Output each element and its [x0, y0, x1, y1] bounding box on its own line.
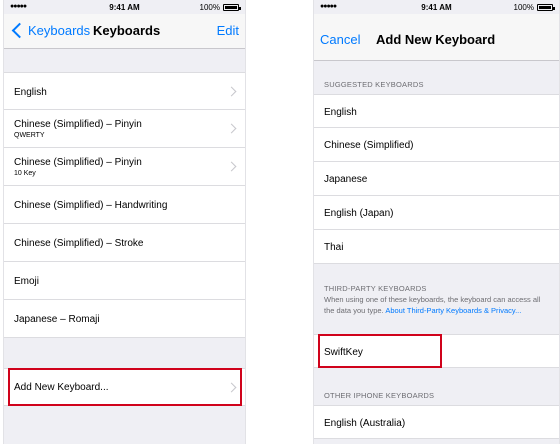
keyboard-sublabel: QWERTY [14, 132, 45, 139]
third-party-note: When using one of these keyboards, the k… [324, 294, 549, 316]
back-button[interactable]: Keyboards [10, 22, 91, 39]
other-keyboard-row[interactable]: English (Australia) [314, 405, 559, 439]
edit-button[interactable]: Edit [217, 23, 239, 38]
chevron-left-icon [11, 22, 28, 39]
keyboard-label: Thai [324, 242, 344, 253]
suggested-keyboard-row[interactable]: English [314, 94, 559, 128]
keyboard-row-pinyin-10key[interactable]: Chinese (Simplified) – Pinyin 10 Key [4, 148, 245, 186]
keyboard-label: Chinese (Simplified) [324, 140, 414, 151]
keyboard-label: Chinese (Simplified) – Stroke [14, 238, 144, 249]
cancel-button[interactable]: Cancel [320, 32, 360, 47]
battery-icon [223, 4, 241, 11]
keyboard-label: English (Australia) [324, 418, 406, 429]
nav-bar: Keyboards Keyboards Edit [4, 14, 245, 49]
keyboard-label: Japanese – Romaji [14, 314, 100, 325]
keyboard-label: Chinese (Simplified) – Pinyin [14, 157, 142, 168]
highlight-box [8, 368, 242, 406]
battery-status: 100% [199, 3, 241, 12]
keyboard-label: English [324, 107, 357, 118]
keyboard-row-romaji[interactable]: Japanese – Romaji [4, 300, 245, 338]
page-title: Keyboards [93, 23, 161, 38]
keyboard-label: Chinese (Simplified) – Handwriting [14, 200, 168, 211]
keyboard-row-emoji[interactable]: Emoji [4, 262, 245, 300]
suggested-keyboard-row[interactable]: English (Japan) [314, 196, 559, 230]
privacy-link[interactable]: About Third-Party Keyboards & Privacy... [385, 306, 521, 315]
keyboard-row-pinyin-qwerty[interactable]: Chinese (Simplified) – Pinyin QWERTY [4, 110, 245, 148]
page-title: Add New Keyboard [376, 32, 496, 47]
section-header-other: OTHER IPHONE KEYBOARDS [324, 391, 435, 400]
keyboard-row-handwriting[interactable]: Chinese (Simplified) – Handwriting [4, 186, 245, 224]
keyboard-label: Japanese [324, 174, 368, 185]
chevron-right-icon [226, 123, 237, 134]
keyboard-label: Chinese (Simplified) – Pinyin [14, 119, 142, 130]
chevron-right-icon [226, 86, 237, 97]
battery-percent: 100% [513, 3, 534, 12]
keyboard-label: Emoji [14, 276, 40, 287]
keyboard-sublabel: 10 Key [14, 170, 36, 177]
status-bar: ●●●●● 9:41 AM 100% [314, 0, 559, 14]
chevron-right-icon [226, 161, 237, 172]
nav-bar: Cancel Add New Keyboard [314, 14, 559, 61]
keyboard-row-english[interactable]: English [4, 72, 245, 110]
keyboard-label: English (Japan) [324, 208, 394, 219]
battery-icon [537, 4, 555, 11]
section-header-third-party: THIRD-PARTY KEYBOARDS [324, 284, 427, 293]
battery-percent: 100% [199, 3, 220, 12]
keyboard-label: English [14, 87, 47, 98]
status-bar: ●●●●● 9:41 AM 100% [4, 0, 245, 14]
back-label: Keyboards [28, 23, 91, 38]
suggested-keyboard-row[interactable]: Chinese (Simplified) [314, 128, 559, 162]
suggested-keyboard-row[interactable]: Thai [314, 230, 559, 264]
battery-status: 100% [513, 3, 555, 12]
keyboards-screen: ●●●●● 9:41 AM 100% Keyboards Keyboards E… [3, 0, 246, 444]
highlight-box [318, 334, 442, 368]
add-keyboard-screen: ●●●●● 9:41 AM 100% Cancel Add New Keyboa… [313, 0, 560, 444]
section-header-suggested: SUGGESTED KEYBOARDS [324, 80, 424, 89]
suggested-keyboard-row[interactable]: Japanese [314, 162, 559, 196]
keyboard-row-stroke[interactable]: Chinese (Simplified) – Stroke [4, 224, 245, 262]
